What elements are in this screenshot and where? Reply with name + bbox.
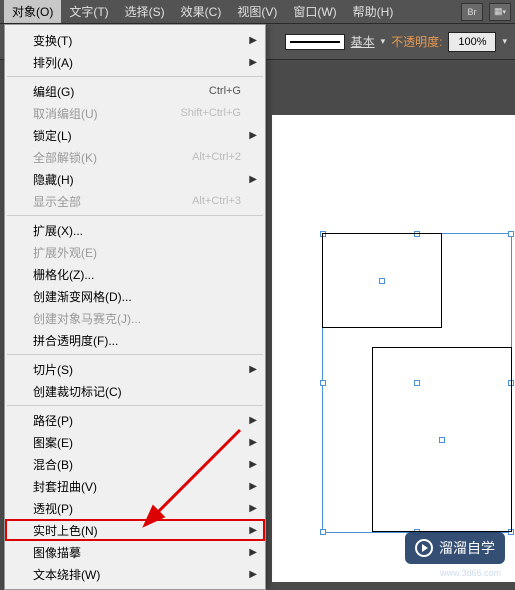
arrange-docs-icon[interactable]: ▦▾ <box>489 3 511 21</box>
menu-item-label: 变换(T) <box>33 32 241 49</box>
menu-item: 取消编组(U)Shift+Ctrl+G <box>5 102 265 124</box>
menu-item[interactable]: 变换(T) ▶ <box>5 29 265 51</box>
submenu-arrow-icon: ▶ <box>249 459 257 470</box>
menu-item-label: 实时上色(N) <box>33 522 241 539</box>
menu-item-label: 透视(P) <box>33 500 241 517</box>
menu-item-label: 图像描摹 <box>33 544 241 561</box>
menu-item: 全部解锁(K)Alt+Ctrl+2 <box>5 146 265 168</box>
menu-item-label: 创建对象马赛克(J)... <box>33 310 241 327</box>
menu-item[interactable]: 封套扭曲(V) ▶ <box>5 475 265 497</box>
submenu-arrow-icon: ▶ <box>249 437 257 448</box>
submenu-arrow-icon: ▶ <box>249 525 257 536</box>
menu-item-label: 编组(G) <box>33 83 209 100</box>
chevron-down-icon[interactable]: ▾ <box>502 36 507 47</box>
menu-shortcut: Alt+Ctrl+3 <box>192 195 241 207</box>
menu-item[interactable]: 隐藏(H) ▶ <box>5 168 265 190</box>
watermark-url: www.3d66.com <box>440 568 501 578</box>
menu-shortcut: Shift+Ctrl+G <box>180 107 241 119</box>
submenu-arrow-icon: ▶ <box>249 174 257 185</box>
menu-shortcut: Alt+Ctrl+2 <box>192 151 241 163</box>
menu-item-label: 图案(E) <box>33 434 241 451</box>
submenu-arrow-icon: ▶ <box>249 415 257 426</box>
chevron-down-icon: ▾ <box>381 36 386 47</box>
menu-item-label: 扩展外观(E) <box>33 244 241 261</box>
menu-item: 显示全部Alt+Ctrl+3 <box>5 190 265 212</box>
menu-item-label: 文本绕排(W) <box>33 566 241 583</box>
menu-item[interactable]: 栅格化(Z)... <box>5 263 265 285</box>
submenu-arrow-icon: ▶ <box>249 481 257 492</box>
menu-item-label: 路径(P) <box>33 412 241 429</box>
menu-item-label: 栅格化(Z)... <box>33 266 241 283</box>
submenu-arrow-icon: ▶ <box>249 57 257 68</box>
menu-item-label: 隐藏(H) <box>33 171 241 188</box>
menu-item[interactable]: 透视(P) ▶ <box>5 497 265 519</box>
opacity-label: 不透明度: <box>391 33 442 50</box>
menu-separator <box>7 76 263 77</box>
menu-item[interactable]: 实时上色(N) ▶ <box>5 519 265 541</box>
menu-item-label: 创建裁切标记(C) <box>33 383 241 400</box>
menu-select[interactable]: 选择(S) <box>117 0 173 23</box>
menu-item[interactable]: 路径(P) ▶ <box>5 409 265 431</box>
menu-item-label: 排列(A) <box>33 54 241 71</box>
menu-item-label: 全部解锁(K) <box>33 149 192 166</box>
menu-item-label: 显示全部 <box>33 193 192 210</box>
menu-help[interactable]: 帮助(H) <box>345 0 402 23</box>
menu-item[interactable]: 图案(E) ▶ <box>5 431 265 453</box>
menu-shortcut: Ctrl+G <box>209 85 241 97</box>
menu-view[interactable]: 视图(V) <box>229 0 285 23</box>
submenu-arrow-icon: ▶ <box>249 364 257 375</box>
menu-item[interactable]: 切片(S) ▶ <box>5 358 265 380</box>
menu-window[interactable]: 窗口(W) <box>285 0 344 23</box>
stroke-preview[interactable] <box>285 34 345 50</box>
menu-separator <box>7 354 263 355</box>
menu-item-label: 拼合透明度(F)... <box>33 332 241 349</box>
bridge-icon[interactable]: Br <box>461 3 483 21</box>
menu-item[interactable]: 排列(A) ▶ <box>5 51 265 73</box>
menu-text[interactable]: 文字(T) <box>61 0 116 23</box>
menu-item: 创建对象马赛克(J)... <box>5 307 265 329</box>
menu-item: 扩展外观(E) <box>5 241 265 263</box>
shape-rect-large[interactable] <box>372 347 512 532</box>
submenu-arrow-icon: ▶ <box>249 130 257 141</box>
menu-object[interactable]: 对象(O) <box>4 0 61 23</box>
shape-rect-small[interactable] <box>322 233 442 328</box>
menu-item[interactable]: 扩展(X)... <box>5 219 265 241</box>
menu-item-label: 取消编组(U) <box>33 105 180 122</box>
menu-item[interactable]: 创建渐变网格(D)... <box>5 285 265 307</box>
menu-item-label: 扩展(X)... <box>33 222 241 239</box>
menu-item[interactable]: 锁定(L) ▶ <box>5 124 265 146</box>
submenu-arrow-icon: ▶ <box>249 35 257 46</box>
menu-effect[interactable]: 效果(C) <box>173 0 230 23</box>
menu-item-label: 封套扭曲(V) <box>33 478 241 495</box>
menu-item-label: 混合(B) <box>33 456 241 473</box>
menubar: 对象(O) 文字(T) 选择(S) 效果(C) 视图(V) 窗口(W) 帮助(H… <box>0 0 515 24</box>
menu-item[interactable]: 混合(B) ▶ <box>5 453 265 475</box>
menu-item-label: 锁定(L) <box>33 127 241 144</box>
menu-item[interactable]: 编组(G)Ctrl+G <box>5 80 265 102</box>
watermark-text: 溜溜自学 <box>439 538 495 558</box>
menu-separator <box>7 215 263 216</box>
menu-separator <box>7 405 263 406</box>
style-dropdown[interactable]: 基本 <box>351 33 375 50</box>
canvas-artboard[interactable] <box>272 115 515 582</box>
submenu-arrow-icon: ▶ <box>249 503 257 514</box>
opacity-input[interactable] <box>448 32 496 52</box>
submenu-arrow-icon: ▶ <box>249 569 257 580</box>
submenu-arrow-icon: ▶ <box>249 547 257 558</box>
watermark-badge: 溜溜自学 <box>405 532 505 564</box>
menu-item-label: 切片(S) <box>33 361 241 378</box>
menu-item[interactable]: 创建裁切标记(C) <box>5 380 265 402</box>
object-menu-dropdown: 变换(T)▶排列(A)▶编组(G)Ctrl+G取消编组(U)Shift+Ctrl… <box>4 24 266 590</box>
play-icon <box>415 539 433 557</box>
menu-item[interactable]: 图像描摹 ▶ <box>5 541 265 563</box>
menu-item-label: 创建渐变网格(D)... <box>33 288 241 305</box>
menu-item[interactable]: 拼合透明度(F)... <box>5 329 265 351</box>
